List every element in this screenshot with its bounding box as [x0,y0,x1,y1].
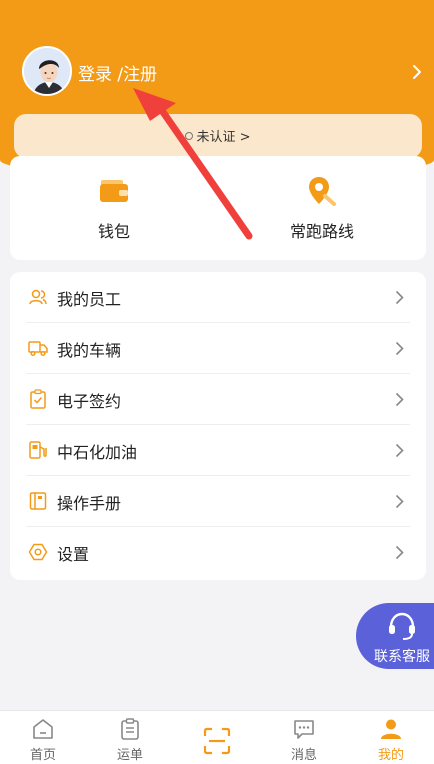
menu-item-manual[interactable]: 操作手册 [10,476,426,527]
menu-item-vehicles[interactable]: 我的车辆 [10,323,426,374]
tab-label: 首页 [29,748,56,763]
contact-service-button[interactable]: 联系客服 [356,603,434,669]
waybill-icon [121,718,139,740]
tab-home[interactable]: 首页 [0,717,86,763]
chevron-right-icon [395,545,404,560]
menu-label: 我的车辆 [57,341,122,360]
chevron-right-icon [395,392,404,407]
avatar[interactable] [22,46,72,96]
wallet-button[interactable]: 钱包 [10,174,218,242]
tab-label: 消息 [290,748,317,763]
quick-actions-card: 钱包 常跑路线 [10,156,426,260]
contract-icon [30,389,46,409]
tab-waybill[interactable]: 运单 [87,717,173,763]
info-icon [185,132,194,140]
settings-icon [28,543,48,561]
routes-label: 常跑路线 [289,222,354,241]
headset-icon [389,612,415,640]
chevron-right-icon [395,290,404,305]
verification-status: 未认证 > [196,130,251,145]
tab-label: 运单 [116,748,143,763]
contact-service-label: 联系客服 [374,649,430,665]
bottom-tab-bar: 首页 运单 消息 我的 [0,710,434,764]
home-icon [33,719,53,739]
message-icon [294,720,314,739]
chevron-right-icon [395,494,404,509]
menu-item-sinopec-fuel[interactable]: 中石化加油 [10,425,426,476]
scan-icon [203,727,231,755]
wallet-label: 钱包 [97,222,130,241]
menu-label: 操作手册 [57,494,122,513]
frequent-routes-button[interactable]: 常跑路线 [218,174,426,242]
menu-label: 设置 [57,545,90,564]
menu-item-employees[interactable]: 我的员工 [10,272,426,323]
manual-icon [29,492,47,510]
menu-item-e-contract[interactable]: 电子签约 [10,374,426,425]
login-register-link[interactable]: 登录 /注册 [78,60,157,85]
profile-icon [381,719,401,739]
menu-item-settings[interactable]: 设置 [10,527,426,578]
verification-banner[interactable]: 未认证 > [14,114,422,158]
chevron-right-icon [395,341,404,356]
avatar-icon [24,48,70,94]
fuel-icon [29,441,47,459]
tab-messages[interactable]: 消息 [261,717,347,763]
truck-icon [28,341,48,357]
chevron-right-icon [395,443,404,458]
menu-list: 我的员工 我的车辆 电子签约 中石化加油 操作手册 设置 [10,272,426,580]
employees-icon [29,289,47,305]
tab-label: 我的 [377,748,404,763]
menu-label: 我的员工 [57,290,122,309]
chevron-right-icon[interactable] [412,64,422,80]
menu-label: 电子签约 [57,392,122,411]
menu-label: 中石化加油 [57,443,138,462]
wallet-icon [100,180,128,202]
tab-profile[interactable]: 我的 [348,717,434,763]
route-pin-icon [309,177,336,206]
tab-scan[interactable] [174,717,260,755]
